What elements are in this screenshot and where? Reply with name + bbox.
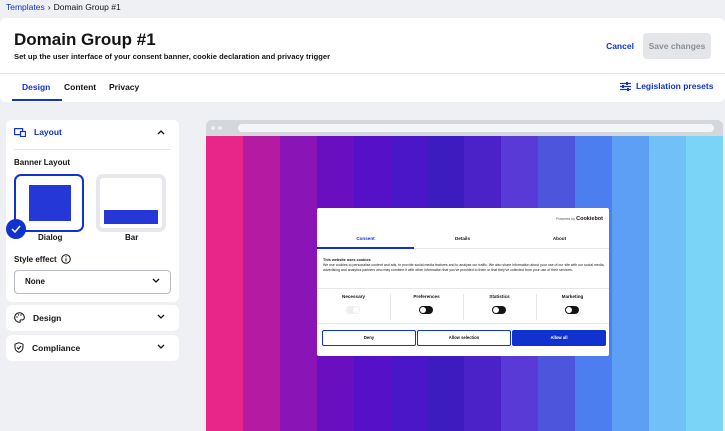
layout-panel: Layout Banner Layout Dialog Bar Style ef…: [6, 120, 179, 302]
breadcrumb-separator: ›: [47, 2, 51, 12]
chevron-down-icon: [152, 278, 160, 283]
header-divider: [0, 73, 725, 74]
background-stripe: [612, 136, 650, 431]
banner-layout-label: Banner Layout: [14, 158, 71, 167]
category-statistics-label: Statistics: [489, 294, 510, 299]
cookiebot-logo: Cookiebot: [576, 216, 603, 222]
page-header: Domain Group #1 Set up the user interfac…: [0, 18, 725, 102]
window-dot: [218, 126, 222, 130]
dialog-tab-consent[interactable]: Consent: [317, 236, 414, 241]
banner-preview: Powered by Cookiebot Consent Details Abo…: [206, 120, 723, 431]
bar-option-label: Bar: [125, 233, 139, 242]
selected-check-icon: [6, 219, 26, 239]
design-section-header: Design: [14, 312, 61, 323]
buttons-divider: [317, 323, 609, 324]
category-divider: [317, 288, 609, 289]
section-divider: [14, 149, 171, 150]
background-stripe: [685, 136, 723, 431]
browser-url-bar: [238, 124, 714, 132]
tab-content[interactable]: Content: [64, 82, 96, 92]
dialog-option-label: Dialog: [38, 233, 63, 242]
style-effect-select[interactable]: None: [14, 270, 171, 294]
dialog-thumbnail: [29, 185, 71, 221]
sliders-icon: [620, 81, 631, 91]
deny-button[interactable]: Deny: [322, 330, 416, 346]
compliance-section-header: Compliance: [14, 342, 80, 353]
design-panel[interactable]: Design: [6, 305, 179, 331]
category-preferences-label: Preferences: [413, 294, 440, 299]
dialog-active-tab-indicator: [317, 247, 414, 249]
layout-option-bar[interactable]: [96, 174, 166, 232]
background-stripe: [242, 136, 280, 431]
compliance-panel[interactable]: Compliance: [6, 335, 179, 361]
background-stripe: [649, 136, 686, 431]
active-tab-indicator: [12, 99, 62, 101]
dialog-tab-details[interactable]: Details: [414, 236, 511, 241]
design-section-title: Design: [33, 312, 62, 323]
dialog-tab-about[interactable]: About: [511, 236, 608, 241]
chevron-up-icon[interactable]: [157, 130, 165, 135]
powered-by-label: Powered by Cookiebot: [556, 216, 603, 222]
statistics-toggle[interactable]: [492, 306, 506, 314]
style-effect-value: None: [25, 277, 45, 286]
cancel-button[interactable]: Cancel: [600, 38, 640, 54]
allow-all-button[interactable]: Allow all: [512, 330, 606, 346]
compliance-section-title: Compliance: [32, 342, 81, 353]
chevron-down-icon: [157, 314, 165, 319]
chevron-down-icon: [157, 344, 165, 349]
category-marketing-label: Marketing: [561, 294, 584, 299]
category-necessary-label: Necessary: [342, 294, 365, 299]
info-icon[interactable]: [60, 254, 71, 264]
page-title: Domain Group #1: [14, 30, 156, 49]
breadcrumb-templates-link[interactable]: Templates: [6, 2, 45, 12]
legislation-presets-button[interactable]: Legislation presets: [620, 81, 713, 91]
bar-thumbnail: [104, 210, 158, 224]
background-stripe: [279, 136, 317, 431]
browser-toolbar: [206, 120, 723, 136]
dialog-description: We use cookies to personalise content an…: [323, 263, 605, 272]
category-separator: [536, 294, 537, 320]
preferences-toggle[interactable]: [419, 306, 433, 314]
allow-selection-button[interactable]: Allow selection: [417, 330, 511, 346]
palette-icon: [14, 312, 25, 323]
style-effect-label-row: Style effect: [14, 254, 71, 264]
cookie-dialog: Powered by Cookiebot Consent Details Abo…: [317, 208, 609, 356]
dialog-heading: This website uses cookies: [323, 258, 371, 262]
category-separator: [463, 294, 464, 320]
tab-privacy[interactable]: Privacy: [109, 82, 139, 92]
window-dot: [211, 126, 215, 130]
legislation-presets-label: Legislation presets: [636, 81, 714, 91]
marketing-toggle[interactable]: [565, 306, 579, 314]
background-stripe: [206, 136, 243, 431]
save-changes-button[interactable]: Save changes: [643, 33, 711, 59]
category-separator: [390, 294, 391, 320]
style-effect-label: Style effect: [14, 254, 57, 264]
shield-check-icon: [14, 342, 24, 353]
page-subtitle: Set up the user interface of your consen…: [14, 52, 331, 61]
layout-icon: [14, 127, 26, 137]
necessary-toggle: [346, 306, 360, 314]
breadcrumb-current: Domain Group #1: [53, 2, 121, 12]
tab-design[interactable]: Design: [22, 82, 50, 92]
breadcrumb: Templates › Domain Group #1: [6, 2, 121, 12]
layout-section-title: Layout: [34, 127, 62, 137]
layout-section-header[interactable]: Layout: [14, 127, 62, 137]
